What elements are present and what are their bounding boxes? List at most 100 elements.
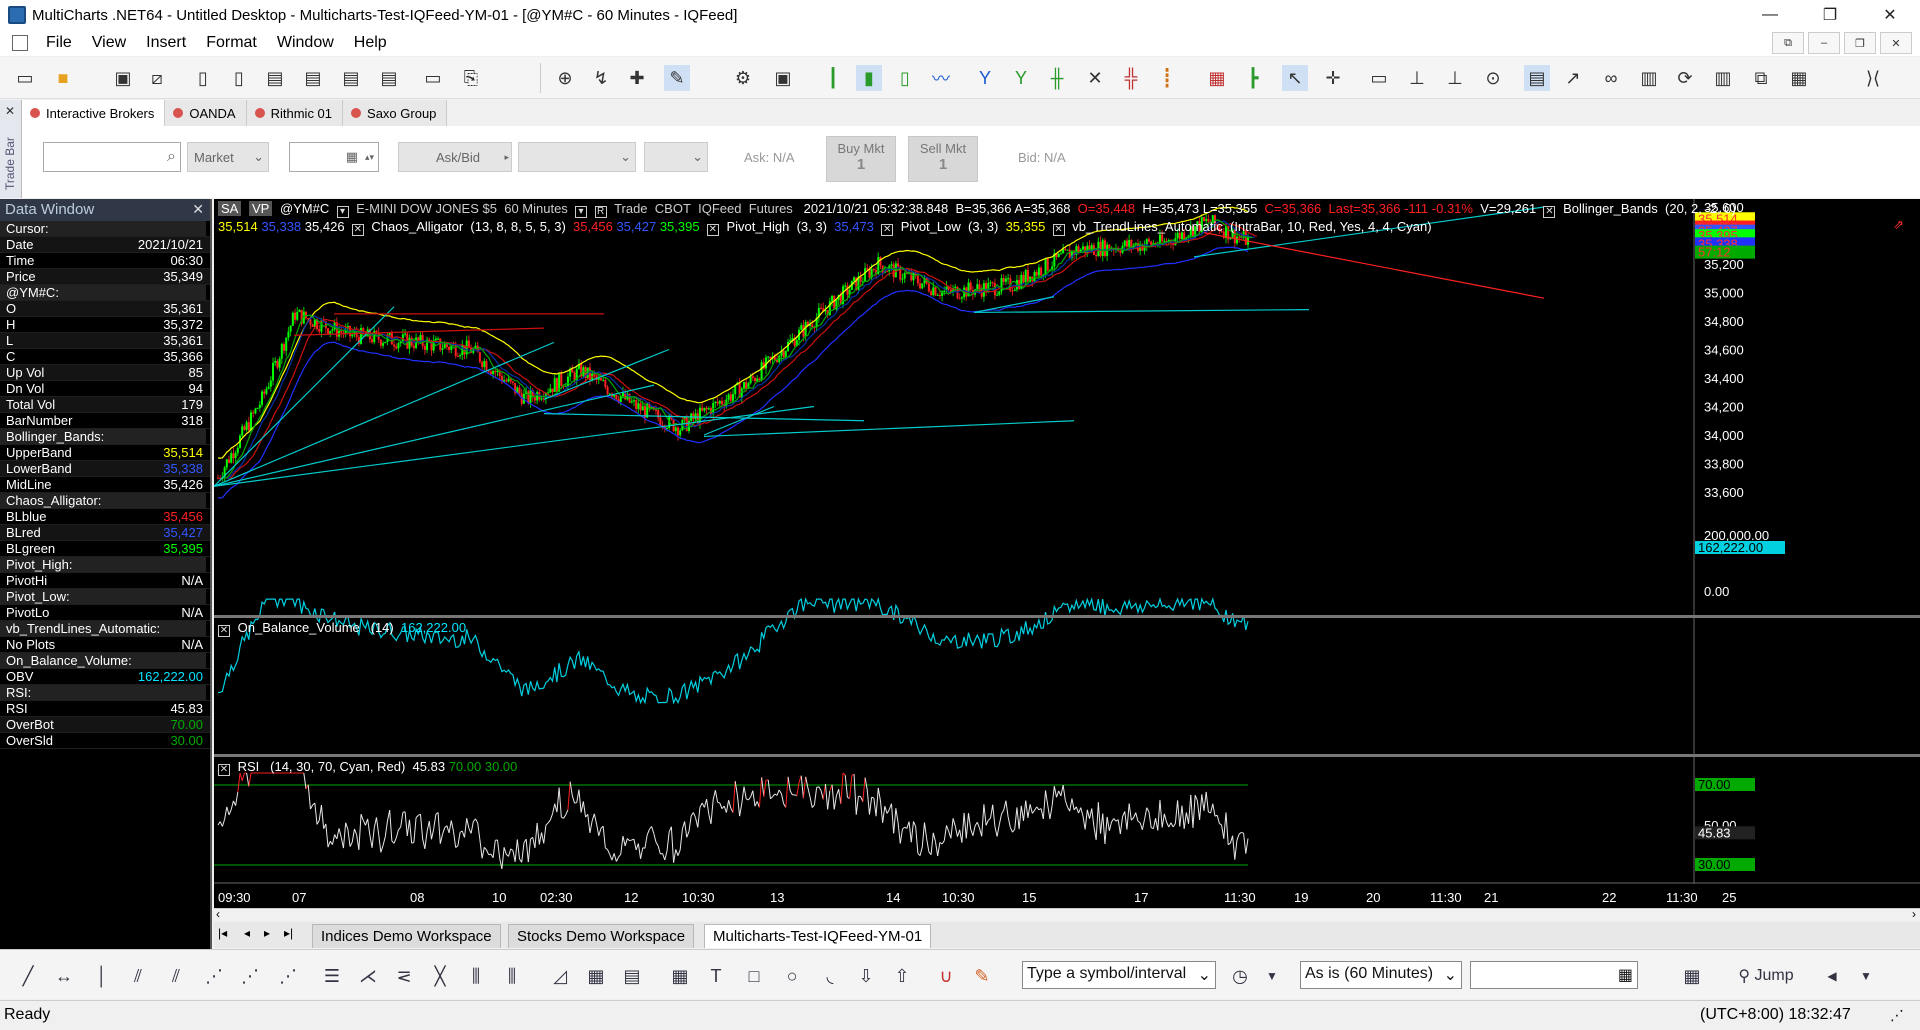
trend-icon[interactable]: ↗ (1560, 65, 1586, 91)
close-button[interactable]: ✕ (1860, 0, 1920, 30)
channel-tool-icon[interactable]: ⫽ (124, 962, 152, 990)
grid-tool-icon[interactable]: ▦ (582, 962, 610, 990)
dropdown-arrow-icon[interactable]: ▼ (1258, 962, 1286, 990)
ellipse-tool-icon[interactable]: ○ (778, 962, 806, 990)
broker-tab-saxo[interactable]: Saxo Group (343, 100, 448, 126)
remove-study-icon[interactable]: ✕ (1052, 224, 1065, 236)
stepper-arrows-icon[interactable]: ▴▾ (365, 152, 374, 163)
sell-market-button[interactable]: Sell Mkt 1 (908, 136, 978, 182)
new-workspace-icon[interactable]: ▯ (190, 65, 216, 91)
replay-icon[interactable]: ∞ (1598, 65, 1624, 91)
buy-market-button[interactable]: Buy Mkt 1 (826, 136, 896, 182)
fib-time-tool-icon[interactable]: ╳ (426, 962, 454, 990)
rectangle-tool-icon[interactable]: □ (740, 962, 768, 990)
menu-format[interactable]: Format (196, 34, 267, 52)
range-icon[interactable]: R (594, 206, 607, 218)
grid-icon[interactable]: ▦ (1786, 65, 1812, 91)
chart-canvas[interactable]: 35,60035,40035,20035,00034,80034,60034,4… (214, 199, 1920, 910)
minimize-button[interactable]: — (1740, 0, 1800, 30)
broker-tab-rithmic[interactable]: Rithmic 01 (246, 100, 344, 126)
sync-icon[interactable]: ⟳ (1672, 65, 1698, 91)
expand-icon[interactable]: ▾ (336, 206, 349, 218)
magnet-icon[interactable]: ∪ (932, 962, 960, 990)
maximize-button[interactable]: ❐ (1800, 0, 1860, 30)
open-folder-icon[interactable]: ■ (50, 65, 76, 91)
toolbar-dropdown-icon[interactable]: ▼ (1852, 962, 1880, 990)
menu-window[interactable]: Window (267, 34, 344, 52)
broker-tab-oanda[interactable]: OANDA (165, 100, 247, 126)
notes-tool-icon[interactable]: ▤ (618, 962, 646, 990)
symbol-interval-input[interactable]: Type a symbol/interval ⌄ (1022, 961, 1216, 989)
jump-button[interactable]: ⚲ Jump (1726, 962, 1806, 990)
pane-separator[interactable] (214, 615, 1920, 618)
new-chart-icon[interactable]: ▭ (12, 65, 38, 91)
first-tab-icon[interactable]: |◂ (218, 926, 227, 940)
ohlc-icon[interactable]: Y (972, 65, 998, 91)
pane-separator[interactable] (214, 754, 1920, 757)
fib-arc-tool-icon[interactable]: ⋜ (390, 962, 418, 990)
ray-tool-icon[interactable]: ↔ (50, 962, 78, 990)
editor-icon[interactable]: ⎘ (458, 65, 484, 91)
renko-icon[interactable]: ╬ (1118, 65, 1144, 91)
remove-study-icon[interactable]: ✕ (218, 764, 230, 776)
text-tool-icon[interactable]: T (702, 962, 730, 990)
volume-profile-icon[interactable]: ▦ (1204, 65, 1230, 91)
symbol-input[interactable]: ⌕ (43, 142, 181, 172)
remove-study-icon[interactable]: ✕ (1543, 206, 1556, 218)
close-icon[interactable]: ✕ (192, 201, 204, 218)
fib-retracement-tool-icon[interactable]: ☰ (318, 962, 346, 990)
scanner-icon[interactable]: ▤ (262, 65, 288, 91)
horizontal-scrollbar[interactable]: ‹ › (214, 907, 1920, 922)
order-book-icon[interactable]: ▤ (300, 65, 326, 91)
arrow-down-tool-icon[interactable]: ⇩ (852, 962, 880, 990)
gann-tool-icon[interactable]: ⋰ (274, 962, 302, 990)
ohlc-green-icon[interactable]: Y (1008, 65, 1034, 91)
menu-insert[interactable]: Insert (136, 34, 196, 52)
cursor-tool-icon[interactable]: ✎ (664, 65, 690, 91)
ladder-icon[interactable]: ▥ (1636, 65, 1662, 91)
last-tab-icon[interactable]: ▸| (284, 926, 293, 940)
close-doc-button[interactable]: ✕ (1880, 32, 1912, 54)
format-window-icon[interactable]: ▣ (770, 65, 796, 91)
calendar-goto-icon[interactable]: ▦ (1678, 962, 1706, 990)
andrews-tool-icon[interactable]: ⋰ (200, 962, 228, 990)
trendline-tool-icon[interactable]: ╱ (14, 962, 42, 990)
crosshair-icon[interactable]: ✛ (1320, 65, 1346, 91)
order-type-select[interactable]: Market ⌄ (187, 142, 269, 172)
comment-icon[interactable]: ▭ (1366, 65, 1392, 91)
restore-doc-icon[interactable]: ⧉ (1772, 32, 1804, 54)
scroll-left-icon[interactable]: ‹ (216, 907, 220, 921)
calculator-tool-icon[interactable]: ▦ (666, 962, 694, 990)
market-profile-icon[interactable]: ┣ (1240, 65, 1266, 91)
arrow-up-tool-icon[interactable]: ⇧ (888, 962, 916, 990)
remove-study-icon[interactable]: ✕ (218, 625, 230, 637)
eraser-icon[interactable]: ✎ (968, 962, 996, 990)
add-study-icon[interactable]: ⊕ (552, 65, 578, 91)
bar-chart-icon[interactable]: ┃ (820, 65, 846, 91)
zoom-icon[interactable]: ⊙ (1480, 65, 1506, 91)
quantity-stepper[interactable]: ▦ ▴▾ (289, 142, 379, 172)
restore-doc-button[interactable]: ❐ (1844, 32, 1876, 54)
toolbar-left-icon[interactable]: ◀ (1818, 962, 1846, 990)
add-signal-icon[interactable]: ↯ (588, 65, 614, 91)
bars-back-icon[interactable]: ▥ (1710, 65, 1736, 91)
kagi-icon[interactable]: ┋ (1154, 65, 1180, 91)
workspace-tab-active[interactable]: Multicharts-Test-IQFeed-YM-01 (704, 924, 932, 948)
remove-study-icon[interactable]: ✕ (706, 224, 719, 236)
collapse-icon[interactable]: ⟩⟨ (1860, 65, 1886, 91)
interval-mode-select[interactable]: As is (60 Minutes) ⌄ (1300, 961, 1462, 989)
interval-dropdown-icon[interactable]: ▾ (575, 206, 588, 218)
regression-tool-icon[interactable]: ⫽ (162, 962, 190, 990)
triangle-tool-icon[interactable]: ◿ (546, 962, 574, 990)
fib-fan-tool-icon[interactable]: ⋌ (354, 962, 382, 990)
speed-lines-tool-icon[interactable]: ⋰ (236, 962, 264, 990)
tif-select[interactable]: ⌄ (644, 142, 708, 172)
vline-icon[interactable]: ⊥ (1442, 65, 1468, 91)
vp-button[interactable]: VP (248, 201, 273, 216)
next-tab-icon[interactable]: ▸ (264, 926, 270, 940)
workspace-tab-indices[interactable]: Indices Demo Workspace (312, 924, 501, 948)
date-input[interactable]: ▦ (1470, 961, 1638, 989)
quote-manager-icon[interactable]: ▯ (226, 65, 252, 91)
trade-bar-close-icon[interactable]: ✕ (5, 104, 15, 118)
calendar-icon[interactable]: ▦ (1618, 965, 1633, 985)
